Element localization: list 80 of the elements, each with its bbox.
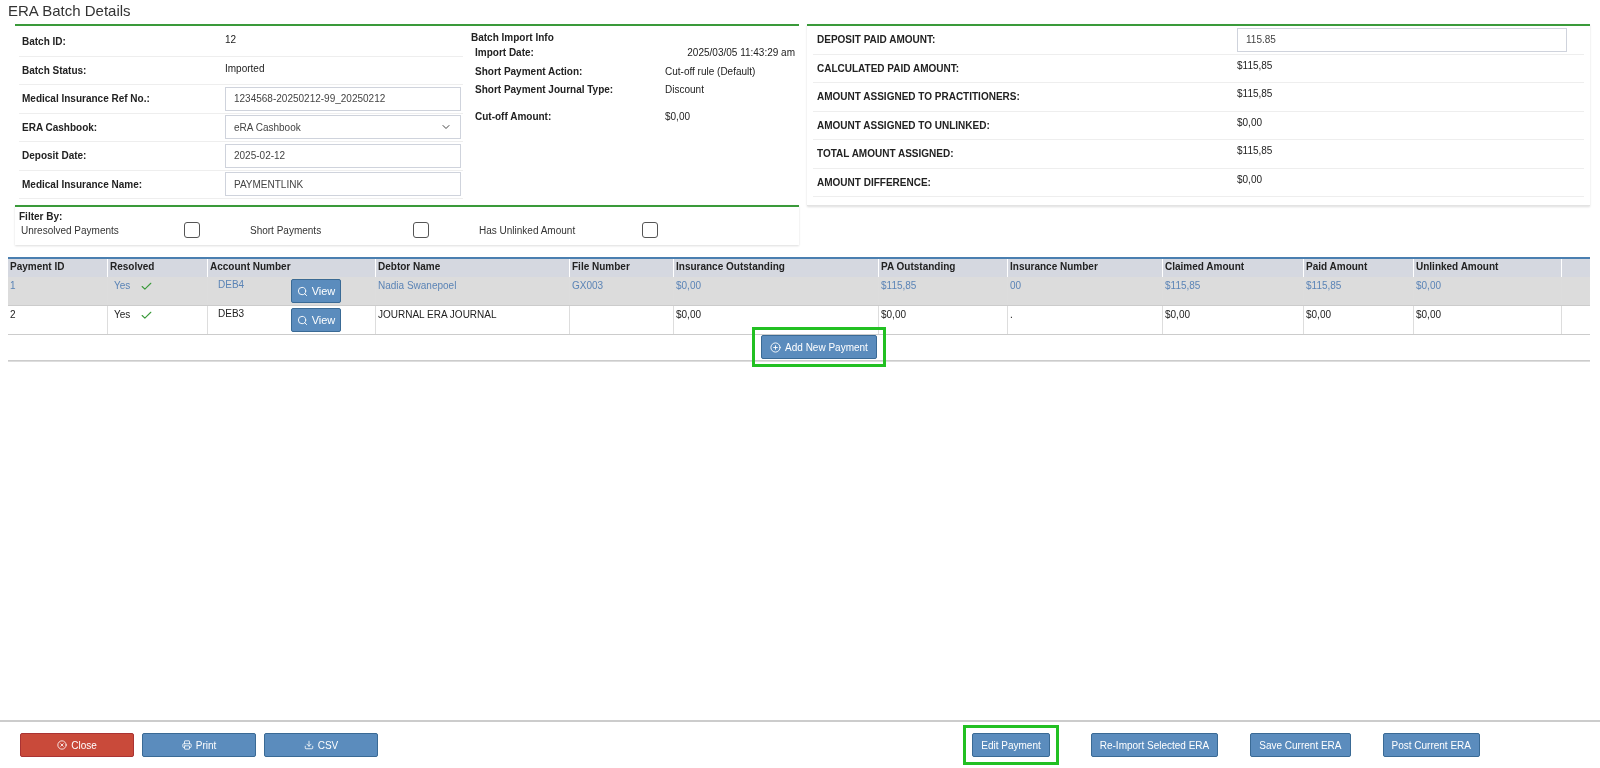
field-label: Medical Insurance Name:: [21, 178, 144, 190]
info-value: $0,00: [665, 110, 692, 124]
amount-value: $0,00: [1237, 115, 1263, 128]
action-button[interactable]: Re-Import Selected ERA: [1090, 733, 1219, 757]
field-value: Imported: [225, 61, 265, 74]
amount-label: DEPOSIT PAID AMOUNT:: [817, 34, 937, 46]
close-button[interactable]: Close: [20, 733, 134, 757]
select-field[interactable]: eRA Cashbook: [225, 115, 461, 140]
field-label: Batch Status:: [21, 64, 88, 76]
table-row[interactable]: 1 Yes DEB4 View Nadia Swanepoel GX003 $0,00 $115,85 00 $115,85 $115,85 $0,00: [8, 277, 1590, 306]
printer-icon: [181, 740, 192, 750]
table-cell: Nadia Swanepoel: [378, 280, 457, 291]
page-title: ERA Batch Details: [7, 1, 132, 21]
amount-value: $115,85: [1237, 144, 1273, 156]
table-cell: Yes: [114, 309, 131, 320]
table-row[interactable]: 2 Yes DEB3 View JOURNAL ERA JOURNAL $0,00 $0,00 . $0,00 $0,00 $0,00: [8, 306, 1590, 335]
info-label: Import Date:: [475, 47, 535, 60]
action-button[interactable]: Post Current ERA: [1382, 733, 1480, 757]
filter-title: Filter By:: [19, 211, 64, 222]
info-value: Discount: [665, 84, 705, 97]
checkbox[interactable]: [642, 222, 658, 238]
field-label: Batch ID:: [21, 36, 67, 48]
filter-label: Short Payments: [249, 224, 322, 236]
input-field[interactable]: 115.85: [1237, 27, 1567, 52]
filter-label: Unresolved Payments: [20, 224, 119, 236]
table-cell: $0,00: [1165, 309, 1191, 320]
table-cell: $0,00: [881, 309, 907, 320]
table-cell: DEB4: [218, 279, 245, 290]
field-label: Deposit Date:: [21, 150, 88, 162]
info-label: Short Payment Journal Type:: [475, 84, 615, 97]
amount-label: AMOUNT DIFFERENCE:: [817, 176, 932, 188]
table-cell: $0,00: [676, 280, 702, 291]
action-button[interactable]: Edit Payment: [972, 733, 1050, 757]
search-icon: [296, 285, 308, 297]
table-cell: Yes: [114, 280, 131, 291]
section-title: Batch Import Info: [471, 32, 555, 43]
amount-label: AMOUNT ASSIGNED TO UNLINKED:: [817, 119, 991, 131]
input-field[interactable]: 2025-02-12: [225, 143, 461, 168]
table-cell: DEB3: [218, 308, 245, 319]
view-button[interactable]: View: [291, 308, 341, 332]
table-cell: .: [1010, 309, 1013, 320]
input-field[interactable]: PAYMENTLINK: [225, 172, 461, 197]
table-cell: $115,85: [881, 280, 917, 291]
table-cell: $0,00: [676, 309, 702, 320]
amount-value: $115,85: [1237, 58, 1273, 71]
table-cell: GX003: [572, 280, 604, 291]
info-label: Short Payment Action:: [475, 65, 584, 79]
amount-label: CALCULATED PAID AMOUNT:: [817, 62, 961, 74]
action-button[interactable]: Save Current ERA: [1250, 733, 1351, 757]
table-cell: $0,00: [1416, 280, 1442, 291]
table-cell: 2: [10, 309, 16, 320]
checkbox[interactable]: [413, 222, 429, 238]
filter-label: Has Unlinked Amount: [478, 224, 576, 236]
view-button[interactable]: View: [291, 279, 341, 303]
amount-value: $0,00: [1237, 172, 1263, 185]
plus-icon: [770, 341, 782, 353]
amount-value: $115,85: [1237, 87, 1273, 99]
table-cell: $0,00: [1416, 309, 1442, 320]
table-cell: 1: [10, 280, 16, 291]
search-icon: [296, 314, 308, 326]
info-value: 2025/03/05 11:43:29 am: [686, 47, 795, 60]
table-cell: $0,00: [1306, 309, 1332, 320]
checkbox[interactable]: [184, 222, 200, 238]
download-icon: [303, 740, 314, 750]
add-payment-button[interactable]: Add New Payment: [761, 335, 877, 359]
amount-label: TOTAL AMOUNT ASSIGNED:: [817, 148, 955, 160]
table-cell: $115,85: [1165, 280, 1201, 291]
table-cell: JOURNAL ERA JOURNAL: [378, 309, 497, 320]
info-value: Cut-off rule (Default): [665, 65, 757, 79]
field-label: Medical Insurance Ref No.:: [21, 93, 151, 105]
print-button[interactable]: Print: [142, 733, 256, 757]
close-icon: [57, 740, 68, 750]
info-label: Cut-off Amount:: [475, 110, 553, 124]
table-cell: 00: [1010, 280, 1022, 291]
csv-button[interactable]: CSV: [264, 733, 378, 757]
amount-label: AMOUNT ASSIGNED TO PRACTITIONERS:: [817, 91, 1021, 103]
field-label: ERA Cashbook:: [21, 121, 99, 133]
table-cell: $115,85: [1306, 280, 1342, 291]
input-field[interactable]: 1234568-20250212-99_20250212: [225, 86, 461, 111]
field-value: 12: [225, 33, 237, 45]
